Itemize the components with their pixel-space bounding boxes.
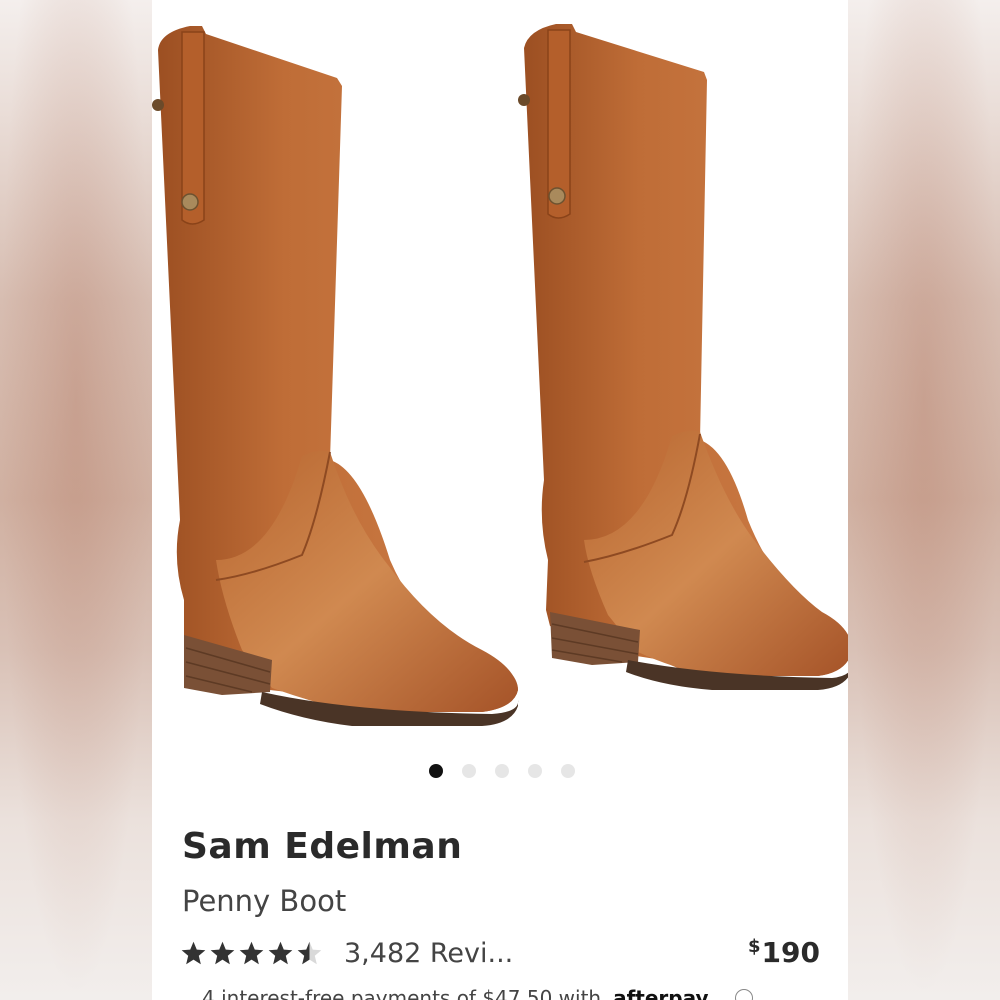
gallery-dot[interactable]	[462, 764, 476, 778]
brand-name[interactable]: Sam Edelman	[182, 826, 462, 867]
blurred-right-margin	[848, 0, 1000, 1000]
afterpay-row[interactable]: 4 interest-free payments of $47.50 with a…	[202, 986, 842, 1000]
product-card: Sam Edelman Penny Boot 3,482 Revi... $19…	[152, 0, 848, 1000]
afterpay-text: 4 interest-free payments of $47.50 with	[202, 986, 602, 1000]
blurred-left-margin	[0, 0, 152, 1000]
star-rating[interactable]	[180, 940, 323, 967]
afterpay-logo: afterpay	[613, 986, 709, 1000]
left-boot	[152, 26, 519, 726]
right-boot	[518, 24, 848, 690]
gallery-pagination	[152, 764, 848, 778]
price-currency: $	[748, 936, 761, 957]
gallery-dot[interactable]	[561, 764, 575, 778]
star-icon	[239, 941, 264, 965]
product-image[interactable]	[152, 0, 848, 745]
star-icon	[181, 941, 206, 965]
gallery-dot[interactable]	[429, 764, 443, 778]
star-icon	[297, 941, 322, 965]
price-amount: 190	[761, 936, 820, 969]
star-icon	[268, 941, 293, 965]
info-icon[interactable]	[734, 989, 753, 1000]
gallery-dot[interactable]	[528, 764, 542, 778]
reviews-link[interactable]: 3,482 Revi...	[344, 938, 513, 969]
gallery-dot[interactable]	[495, 764, 509, 778]
star-icon	[210, 941, 235, 965]
rating-row: 3,482 Revi... $190	[180, 936, 820, 980]
product-name: Penny Boot	[182, 884, 347, 918]
product-price: $190	[748, 936, 820, 969]
